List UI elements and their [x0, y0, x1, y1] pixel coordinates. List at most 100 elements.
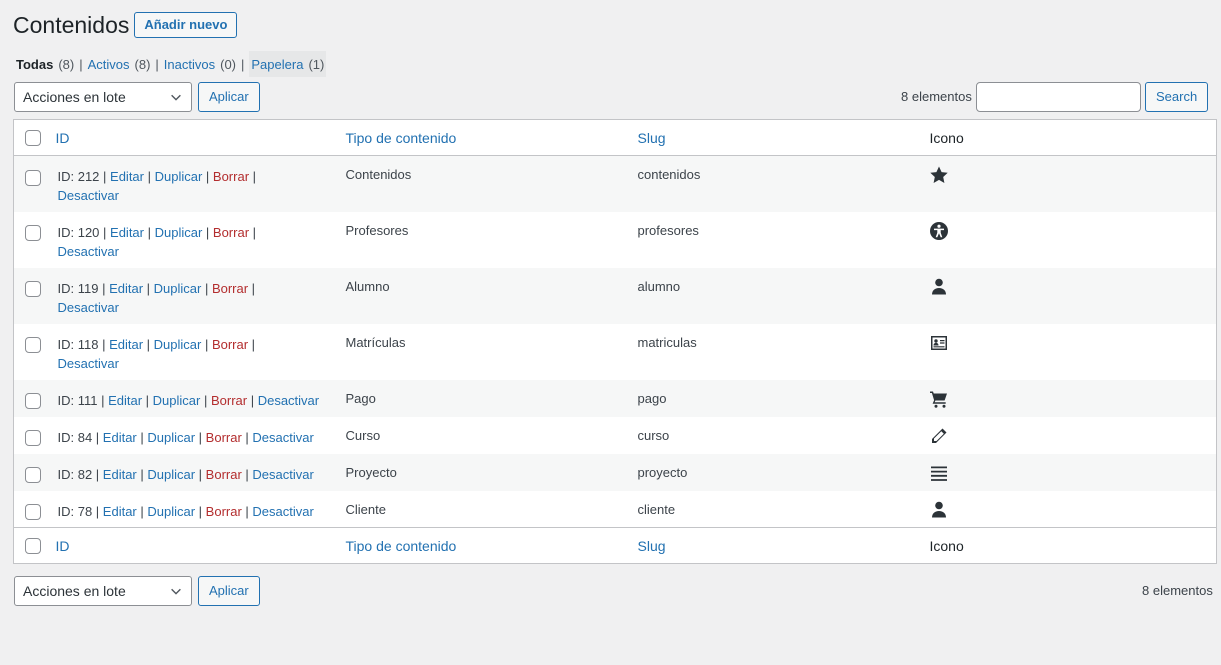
row-slug: curso: [637, 427, 670, 443]
column-tipo[interactable]: Tipo de contenido: [345, 527, 638, 564]
delete-link[interactable]: Borrar: [206, 430, 242, 445]
row-tipo: Pago: [345, 390, 376, 406]
search-button[interactable]: Search: [1145, 82, 1209, 112]
delete-link[interactable]: Borrar: [206, 467, 242, 482]
deactivate-link[interactable]: Desactivar: [58, 188, 119, 203]
deactivate-link[interactable]: Desactivar: [252, 430, 313, 445]
row-tipo: Cliente: [345, 501, 386, 517]
table-header-row: ID Tipo de contenido Slug Icono: [13, 119, 1217, 156]
duplicate-link[interactable]: Duplicar: [147, 504, 195, 519]
row-id: ID: 118: [57, 336, 99, 352]
slug-cell: profesores: [638, 212, 930, 268]
delete-link[interactable]: Borrar: [212, 337, 248, 352]
duplicate-link[interactable]: Duplicar: [155, 169, 203, 184]
deactivate-link[interactable]: Desactivar: [58, 244, 119, 259]
filter-label[interactable]: Activos: [88, 57, 130, 72]
table-row: ID: 82 | Editar | Duplicar | Borrar | De…: [13, 453, 1217, 491]
row-tipo: Matrículas: [345, 334, 406, 350]
cart-icon: [929, 389, 949, 409]
filter-activos[interactable]: Activos (8): [88, 51, 151, 77]
column-id[interactable]: ID: [53, 119, 346, 156]
filter-label[interactable]: Papelera: [251, 57, 303, 72]
column-id-label[interactable]: ID: [56, 538, 70, 554]
duplicate-link[interactable]: Duplicar: [147, 430, 195, 445]
row-slug: alumno: [637, 278, 681, 294]
row-checkbox-cell: [14, 212, 54, 268]
filter-count: (8): [134, 56, 151, 72]
filter-label[interactable]: Inactivos: [164, 57, 215, 72]
icon-cell: [929, 380, 1217, 417]
edit-link[interactable]: Editar: [110, 225, 144, 240]
deactivate-link[interactable]: Desactivar: [58, 300, 119, 315]
column-id[interactable]: ID: [53, 527, 346, 564]
column-slug[interactable]: Slug: [637, 527, 930, 564]
row-checkbox[interactable]: [25, 393, 41, 410]
delete-link[interactable]: Borrar: [211, 393, 247, 408]
row-checkbox[interactable]: [25, 467, 41, 484]
items-count: 8 elementos: [901, 89, 972, 104]
filter-inactivos[interactable]: Inactivos (0): [164, 51, 236, 77]
edit-link[interactable]: Editar: [109, 337, 143, 352]
row-slug: profesores: [637, 222, 699, 238]
bulk-actions-select[interactable]: Acciones en lote: [14, 82, 192, 112]
edit-link[interactable]: Editar: [103, 430, 137, 445]
id-cell: ID: 119 | Editar | Duplicar | Borrar | D…: [57, 280, 256, 315]
column-icono-label: Icono: [929, 537, 964, 554]
edit-link[interactable]: Editar: [110, 169, 144, 184]
column-tipo-label[interactable]: Tipo de contenido: [346, 130, 457, 146]
search-input[interactable]: [976, 82, 1141, 112]
row-checkbox[interactable]: [25, 169, 41, 186]
row-checkbox-cell: [14, 380, 54, 417]
deactivate-link[interactable]: Desactivar: [258, 393, 319, 408]
column-tipo[interactable]: Tipo de contenido: [345, 119, 638, 156]
duplicate-link[interactable]: Duplicar: [154, 281, 202, 296]
select-all-checkbox[interactable]: [25, 538, 41, 555]
filter-papelera[interactable]: Papelera (1): [249, 51, 327, 77]
row-checkbox[interactable]: [25, 225, 41, 242]
icon-cell: [930, 454, 1217, 491]
row-slug: contenidos: [637, 167, 701, 182]
column-slug-label[interactable]: Slug: [638, 130, 666, 146]
delete-link[interactable]: Borrar: [213, 169, 249, 184]
id-cell: ID: 84 | Editar | Duplicar | Borrar | De…: [57, 429, 314, 445]
row-checkbox[interactable]: [25, 281, 41, 298]
duplicate-link[interactable]: Duplicar: [155, 225, 203, 240]
delete-link[interactable]: Borrar: [206, 504, 242, 519]
edit-link[interactable]: Editar: [109, 281, 143, 296]
bulk-actions-value: Acciones en lote: [23, 583, 126, 599]
delete-link[interactable]: Borrar: [213, 225, 249, 240]
edit-link[interactable]: Editar: [103, 504, 137, 519]
duplicate-link[interactable]: Duplicar: [154, 337, 202, 352]
tipo-cell: Profesores: [346, 212, 638, 268]
separator: |: [155, 56, 159, 72]
row-checkbox[interactable]: [25, 430, 41, 447]
apply-button[interactable]: Aplicar: [198, 576, 260, 606]
edit-link[interactable]: Editar: [108, 393, 142, 408]
deactivate-link[interactable]: Desactivar: [252, 504, 313, 519]
column-slug[interactable]: Slug: [637, 119, 930, 156]
table-row: ID: 118 | Editar | Duplicar | Borrar | D…: [14, 324, 1217, 380]
icon-cell: [930, 268, 1217, 324]
deactivate-link[interactable]: Desactivar: [252, 467, 313, 482]
apply-button[interactable]: Aplicar: [198, 82, 260, 112]
row-id: ID: 119: [57, 280, 99, 296]
add-new-button[interactable]: Añadir nuevo: [134, 12, 238, 38]
select-all-checkbox[interactable]: [25, 130, 41, 147]
row-checkbox[interactable]: [25, 504, 41, 521]
delete-link[interactable]: Borrar: [212, 281, 248, 296]
row-checkbox[interactable]: [25, 337, 41, 354]
column-id-label[interactable]: ID: [56, 130, 70, 146]
duplicate-link[interactable]: Duplicar: [153, 393, 201, 408]
edit-link[interactable]: Editar: [103, 467, 137, 482]
slug-cell: pago: [638, 380, 930, 417]
tipo-cell: Proyecto: [346, 454, 638, 491]
duplicate-link[interactable]: Duplicar: [147, 467, 195, 482]
icon-cell: [930, 491, 1217, 528]
status-filters: Todas (8) | Activos (8) | Inactivos (0) …: [16, 51, 327, 77]
deactivate-link[interactable]: Desactivar: [58, 356, 119, 371]
column-tipo-label[interactable]: Tipo de contenido: [346, 538, 457, 554]
bulk-actions-select[interactable]: Acciones en lote: [14, 576, 192, 606]
column-slug-label[interactable]: Slug: [638, 538, 666, 554]
slug-cell: contenidos: [638, 156, 930, 212]
filter-todas[interactable]: Todas (8): [16, 51, 74, 77]
